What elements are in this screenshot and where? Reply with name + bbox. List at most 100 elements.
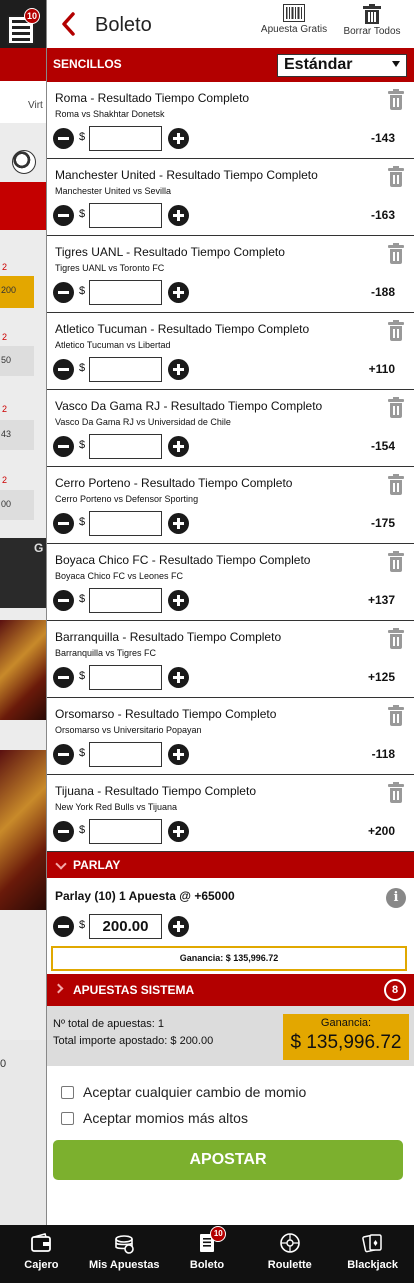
increase-stake-button[interactable] [168,436,189,457]
stake-input[interactable] [89,357,162,382]
bet-market: Tijuana - Resultado Tiempo Completo [55,784,256,798]
bet-odds: +200 [367,824,395,838]
increase-stake-button[interactable] [168,282,189,303]
currency-symbol: $ [79,362,86,374]
decrease-stake-button[interactable] [53,744,74,765]
nav-boleto[interactable]: 10 Boleto [166,1225,249,1283]
parlay-summary: Parlay (10) 1 Apuesta @ +65000 [55,889,235,903]
trash-icon[interactable] [388,243,404,265]
decrease-stake-button[interactable] [53,436,74,457]
nav-boleto-badge: 10 [210,1226,227,1242]
stake-row: $ -188 [53,280,409,305]
clear-all-button[interactable]: Borrar Todos [339,4,405,37]
accept-higher-checkbox[interactable] [61,1112,74,1125]
stake-input[interactable] [89,819,162,844]
nav-blackjack[interactable]: Blackjack [331,1225,414,1283]
stake-input[interactable] [89,203,162,228]
stake-input[interactable] [89,434,162,459]
stake-input[interactable] [89,511,162,536]
bet-market: Orsomarso - Resultado Tiempo Completo [55,707,277,721]
trash-icon[interactable] [388,397,404,419]
decrease-stake-button[interactable] [53,205,74,226]
stake-input[interactable] [89,588,162,613]
trash-icon[interactable] [388,551,404,573]
nav-cajero[interactable]: Cajero [0,1225,83,1283]
total-gain-label: Ganancia: [320,1017,372,1029]
stake-input[interactable] [89,126,162,151]
total-bets: Nº total de apuestas: 1 [53,1018,165,1030]
bet-row: Tigres UANL - Resultado Tiempo Completo T… [47,236,414,313]
increase-stake-button[interactable] [168,359,189,380]
bet-row: Manchester United - Resultado Tiempo Com… [47,159,414,236]
decrease-stake-button[interactable] [53,359,74,380]
nav-roulette[interactable]: Roulette [248,1225,331,1283]
bet-odds: +137 [367,593,395,607]
total-gain-box: Ganancia: $ 135,996.72 [283,1014,409,1060]
bet-mode-value: Estándar [284,56,353,73]
background-banner [0,182,46,230]
parlay-body: Parlay (10) 1 Apuesta @ +65000 i $ 200.0… [47,878,414,974]
stake-input[interactable] [89,280,162,305]
bet-row: Cerro Porteno - Resultado Tiempo Complet… [47,467,414,544]
increase-stake-button[interactable] [168,821,189,842]
parlay-increase-button[interactable] [168,916,189,937]
increase-stake-button[interactable] [168,667,189,688]
bet-mode-select[interactable]: Estándar [277,54,407,77]
decrease-stake-button[interactable] [53,821,74,842]
place-bet-button[interactable]: APOSTAR [53,1140,403,1180]
decrease-stake-button[interactable] [53,513,74,534]
free-bet-button[interactable]: Apuesta Gratis [259,4,329,35]
caret-down-icon [392,61,400,67]
increase-stake-button[interactable] [168,128,189,149]
parlay-label: PARLAY [73,858,121,872]
accept-any-checkbox[interactable] [61,1086,74,1099]
system-bets-count: 8 [384,979,406,1001]
trash-icon[interactable] [388,320,404,342]
back-arrow-icon[interactable] [59,10,79,38]
background-odd: 43 [0,420,34,450]
decrease-stake-button[interactable] [53,282,74,303]
bet-odds: +110 [368,362,395,376]
decrease-stake-button[interactable] [53,128,74,149]
bet-match: Roma vs Shakhtar Donetsk [55,109,165,119]
increase-stake-button[interactable] [168,744,189,765]
parlay-decrease-button[interactable] [53,916,74,937]
increase-stake-button[interactable] [168,205,189,226]
increase-stake-button[interactable] [168,590,189,611]
nav-label: Blackjack [347,1259,398,1271]
bet-market: Cerro Porteno - Resultado Tiempo Complet… [55,476,293,490]
parlay-stake-input[interactable]: 200.00 [89,914,162,939]
currency-symbol: $ [79,593,86,605]
info-icon[interactable]: i [386,888,406,908]
bet-match: Vasco Da Gama RJ vs Universidad de Chile [55,417,231,427]
trash-icon[interactable] [388,474,404,496]
bet-row: Vasco Da Gama RJ - Resultado Tiempo Comp… [47,390,414,467]
betslip-toggle[interactable]: 10 [4,8,40,46]
nav-mis-apuestas[interactable]: Mis Apuestas [83,1225,166,1283]
trash-icon[interactable] [388,705,404,727]
background-odd: 50 [0,346,34,376]
stake-input[interactable] [89,665,162,690]
bet-odds: -163 [370,208,395,222]
decrease-stake-button[interactable] [53,590,74,611]
decrease-stake-button[interactable] [53,667,74,688]
trash-icon[interactable] [388,89,404,111]
bet-match: New York Red Bulls vs Tijuana [55,802,178,812]
background-mark: 2 [2,475,8,485]
free-bet-label: Apuesta Gratis [260,24,328,35]
betslip-count-badge: 10 [24,8,40,24]
stake-input[interactable] [89,742,162,767]
background-mark: 2 [2,262,8,272]
background-mark: 2 [2,332,8,342]
accept-higher-label: Aceptar momios más altos [83,1110,248,1126]
increase-stake-button[interactable] [168,513,189,534]
parlay-header[interactable]: PARLAY [47,852,414,878]
system-bets-header[interactable]: APUESTAS SISTEMA 8 [47,974,414,1006]
trash-icon[interactable] [388,166,404,188]
bet-list: Roma - Resultado Tiempo Completo Roma vs … [47,82,414,852]
background-footer [0,1040,46,1225]
trash-icon[interactable] [388,628,404,650]
barcode-icon [283,4,305,22]
bet-market: Barranquilla - Resultado Tiempo Completo [55,630,282,644]
trash-icon[interactable] [388,782,404,804]
